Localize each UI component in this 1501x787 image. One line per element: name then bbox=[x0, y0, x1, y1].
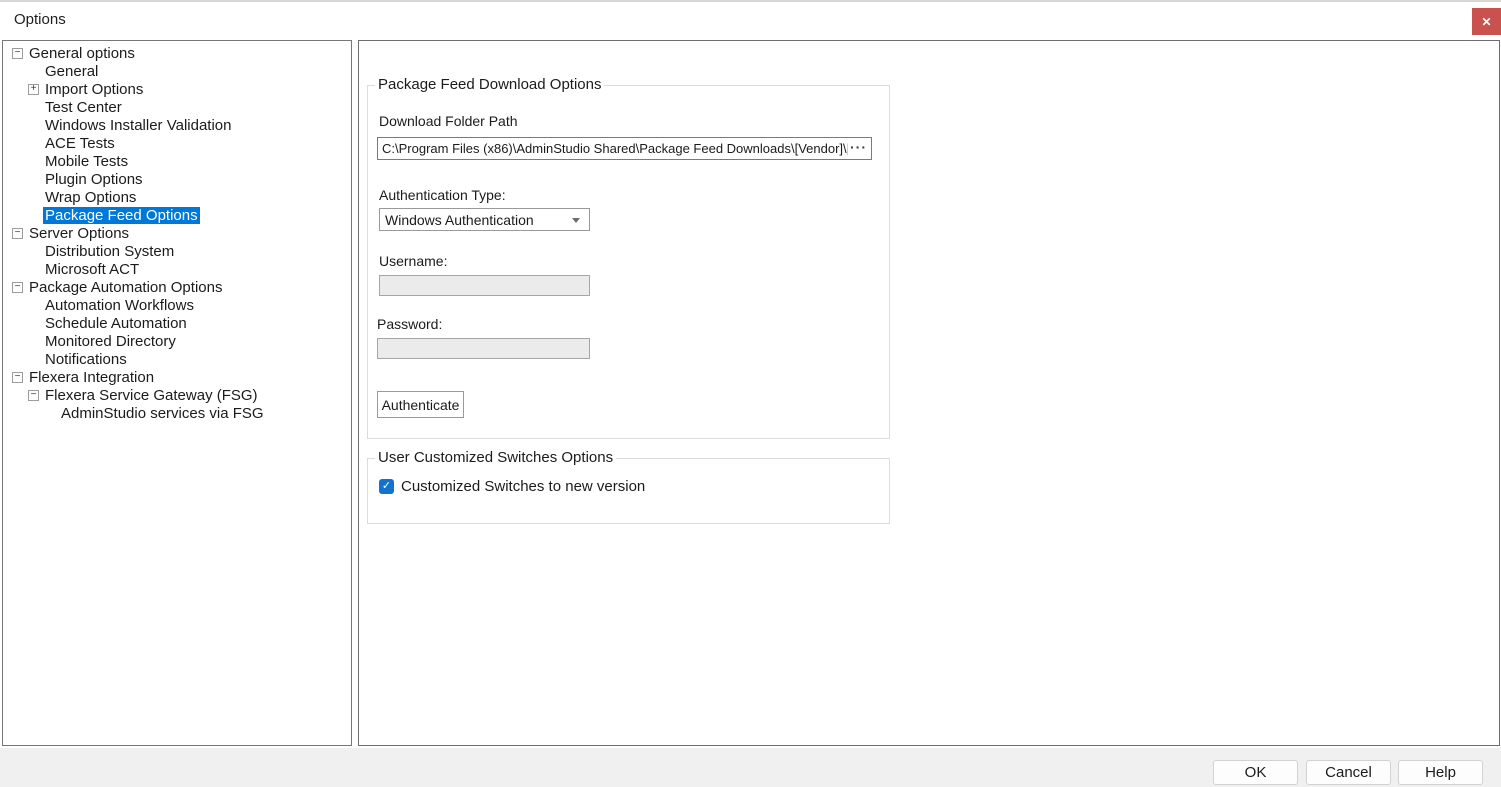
tree-item-microsoft-act[interactable]: Microsoft ACT bbox=[3, 261, 351, 279]
collapse-icon[interactable]: − bbox=[28, 390, 39, 401]
collapse-icon[interactable]: − bbox=[12, 282, 23, 293]
tree-item-flexera-service-gateway[interactable]: − Flexera Service Gateway (FSG) bbox=[3, 387, 351, 405]
tree-item-windows-installer-validation[interactable]: Windows Installer Validation bbox=[3, 117, 351, 135]
tree-item-label: Server Options bbox=[27, 225, 131, 242]
tree-item-server-options[interactable]: − Server Options bbox=[3, 225, 351, 243]
tree-item-notifications[interactable]: Notifications bbox=[3, 351, 351, 369]
password-label: Password: bbox=[377, 316, 442, 332]
close-button[interactable]: ✕ bbox=[1472, 8, 1501, 35]
customized-switches-label: Customized Switches to new version bbox=[401, 478, 645, 495]
tree-item-plugin-options[interactable]: Plugin Options bbox=[3, 171, 351, 189]
window-titlebar: Options ✕ bbox=[0, 2, 1501, 40]
tree-item-label: Flexera Integration bbox=[27, 369, 156, 386]
close-icon: ✕ bbox=[1481, 15, 1491, 29]
tree-item-label: Notifications bbox=[43, 351, 129, 368]
tree-item-label: Test Center bbox=[43, 99, 124, 116]
tree-item-label: Wrap Options bbox=[43, 189, 138, 206]
tree-item-label: AdminStudio services via FSG bbox=[59, 405, 266, 422]
group-title: Package Feed Download Options bbox=[375, 76, 604, 93]
tree-item-label: Automation Workflows bbox=[43, 297, 196, 314]
username-label: Username: bbox=[379, 253, 447, 269]
tree-item-label: Import Options bbox=[43, 81, 145, 98]
dialog-footer: OK Cancel Help bbox=[0, 748, 1501, 787]
download-folder-path-input[interactable]: C:\Program Files (x86)\AdminStudio Share… bbox=[377, 137, 872, 160]
tree-item-label: General bbox=[43, 63, 100, 80]
tree-item-adminstudio-services-via-fsg[interactable]: AdminStudio services via FSG bbox=[3, 405, 351, 423]
tree-item-distribution-system[interactable]: Distribution System bbox=[3, 243, 351, 261]
tree-item-label: Windows Installer Validation bbox=[43, 117, 233, 134]
tree-item-general[interactable]: General bbox=[3, 63, 351, 81]
tree-item-flexera-integration[interactable]: − Flexera Integration bbox=[3, 369, 351, 387]
tree-item-label: Package Automation Options bbox=[27, 279, 224, 296]
authentication-type-dropdown[interactable]: Windows Authentication bbox=[379, 208, 590, 231]
browse-button[interactable]: ··· bbox=[848, 139, 871, 158]
collapse-icon[interactable]: − bbox=[12, 228, 23, 239]
tree-item-mobile-tests[interactable]: Mobile Tests bbox=[3, 153, 351, 171]
tree-item-label: Package Feed Options bbox=[43, 207, 200, 224]
tree-item-test-center[interactable]: Test Center bbox=[3, 99, 351, 117]
tree-item-import-options[interactable]: + Import Options bbox=[3, 81, 351, 99]
cancel-button[interactable]: Cancel bbox=[1306, 760, 1391, 785]
tree-item-label: General options bbox=[27, 45, 137, 62]
tree-item-schedule-automation[interactable]: Schedule Automation bbox=[3, 315, 351, 333]
customized-switches-checkbox[interactable]: ✓ bbox=[379, 479, 394, 494]
tree-item-wrap-options[interactable]: Wrap Options bbox=[3, 189, 351, 207]
package-feed-download-options-group: Package Feed Download Options Download F… bbox=[367, 85, 890, 439]
options-content-panel: Package Feed Download Options Download F… bbox=[358, 40, 1500, 746]
chevron-down-icon bbox=[572, 218, 580, 223]
help-button[interactable]: Help bbox=[1398, 760, 1483, 785]
tree-item-label: Distribution System bbox=[43, 243, 176, 260]
tree-item-label: Monitored Directory bbox=[43, 333, 178, 350]
tree-item-label: Mobile Tests bbox=[43, 153, 130, 170]
tree-item-label: Schedule Automation bbox=[43, 315, 189, 332]
collapse-icon[interactable]: − bbox=[12, 372, 23, 383]
window-title: Options bbox=[14, 11, 66, 28]
download-folder-path-value: C:\Program Files (x86)\AdminStudio Share… bbox=[382, 141, 848, 156]
user-customized-switches-options-group: User Customized Switches Options ✓ Custo… bbox=[367, 458, 890, 524]
authenticate-button[interactable]: Authenticate bbox=[377, 391, 464, 418]
check-icon: ✓ bbox=[382, 480, 391, 492]
username-field bbox=[379, 275, 590, 296]
tree-item-general-options[interactable]: − General options bbox=[3, 45, 351, 63]
tree-item-label: Plugin Options bbox=[43, 171, 145, 188]
tree-item-monitored-directory[interactable]: Monitored Directory bbox=[3, 333, 351, 351]
tree-item-package-automation-options[interactable]: − Package Automation Options bbox=[3, 279, 351, 297]
authentication-type-label: Authentication Type: bbox=[379, 187, 506, 203]
customized-switches-checkbox-row: ✓ Customized Switches to new version bbox=[379, 478, 645, 495]
ok-button[interactable]: OK bbox=[1213, 760, 1298, 785]
collapse-icon[interactable]: − bbox=[12, 48, 23, 59]
options-tree: − General options General + Import Optio… bbox=[2, 40, 352, 746]
password-field bbox=[377, 338, 590, 359]
group-title: User Customized Switches Options bbox=[375, 449, 616, 466]
expand-icon[interactable]: + bbox=[28, 84, 39, 95]
tree-item-package-feed-options[interactable]: Package Feed Options bbox=[3, 207, 351, 225]
tree-item-label: Microsoft ACT bbox=[43, 261, 141, 278]
tree-item-label: Flexera Service Gateway (FSG) bbox=[43, 387, 260, 404]
download-folder-path-label: Download Folder Path bbox=[379, 113, 518, 129]
tree-item-label: ACE Tests bbox=[43, 135, 117, 152]
authentication-type-value: Windows Authentication bbox=[385, 212, 534, 228]
tree-item-ace-tests[interactable]: ACE Tests bbox=[3, 135, 351, 153]
tree-item-automation-workflows[interactable]: Automation Workflows bbox=[3, 297, 351, 315]
